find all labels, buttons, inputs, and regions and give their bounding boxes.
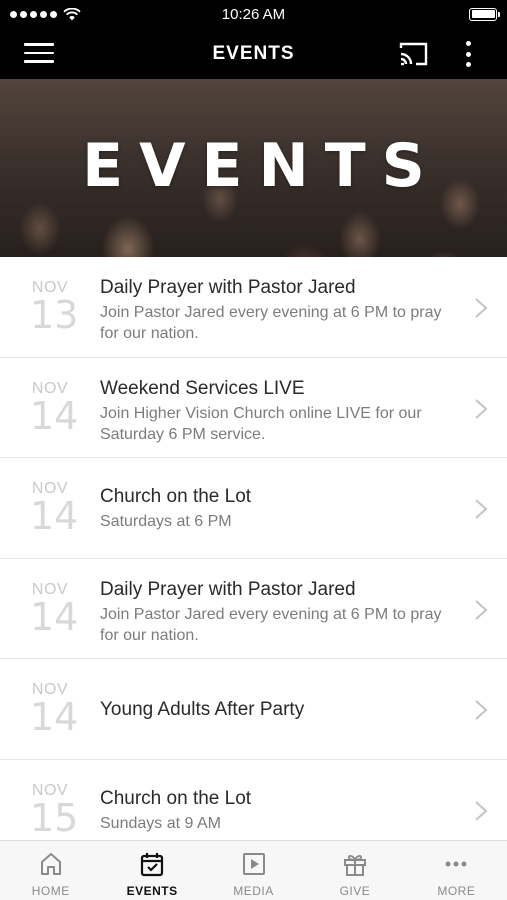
wifi-icon bbox=[63, 7, 81, 20]
signal-strength-icon bbox=[10, 10, 57, 18]
event-title: Daily Prayer with Pastor Jared bbox=[100, 277, 356, 298]
event-title: Church on the Lot bbox=[100, 486, 252, 507]
event-date: NOV 13 bbox=[30, 279, 79, 337]
event-description: Join Pastor Jared every evening at 6 PM … bbox=[100, 304, 442, 342]
event-description: Saturdays at 6 PM bbox=[100, 513, 232, 530]
nav-bar: EVENTS bbox=[0, 28, 507, 79]
event-day: 14 bbox=[30, 494, 79, 538]
event-row[interactable]: NOV 14 Weekend Services LIVE Join Higher… bbox=[0, 357, 507, 458]
event-day: 14 bbox=[30, 594, 79, 639]
tab-home[interactable]: HOME bbox=[0, 841, 101, 900]
tab-give[interactable]: GIVE bbox=[304, 841, 405, 900]
tab-label: HOME bbox=[31, 884, 70, 898]
page-title: EVENTS bbox=[212, 43, 295, 64]
tab-label: MEDIA bbox=[233, 884, 274, 898]
event-date: NOV 14 bbox=[30, 480, 79, 538]
event-date: NOV 14 bbox=[30, 681, 79, 739]
battery-icon bbox=[469, 7, 500, 21]
gift-icon bbox=[343, 855, 366, 876]
status-indicators bbox=[10, 7, 81, 21]
event-description: Join Higher Vision Church online LIVE fo… bbox=[100, 404, 422, 443]
event-text: Daily Prayer with Pastor Jared Join Past… bbox=[100, 578, 449, 646]
event-title: Church on the Lot bbox=[100, 787, 252, 809]
status-bar: 10:26 AM bbox=[0, 0, 507, 28]
tab-bar: HOME EVENTS MEDIA GIVE MORE bbox=[0, 840, 507, 900]
tab-label: MORE bbox=[437, 884, 476, 898]
event-row[interactable]: NOV 14 Daily Prayer with Pastor Jared Jo… bbox=[0, 558, 507, 659]
event-row[interactable]: NOV 14 Young Adults After Party bbox=[0, 659, 507, 760]
home-icon bbox=[40, 853, 61, 875]
event-title: Weekend Services LIVE bbox=[100, 377, 305, 399]
event-date: NOV 14 bbox=[30, 581, 79, 639]
event-text: Church on the Lot Sundays at 9 AM bbox=[100, 787, 449, 834]
event-date: NOV 15 bbox=[30, 782, 79, 840]
tab-label: GIVE bbox=[339, 884, 371, 898]
event-day: 14 bbox=[30, 393, 79, 438]
hero-banner: EVENTS bbox=[0, 79, 507, 257]
media-play-icon bbox=[242, 853, 265, 875]
event-day: 14 bbox=[30, 695, 79, 739]
event-date: NOV 14 bbox=[30, 380, 79, 438]
event-text: Church on the Lot Saturdays at 6 PM bbox=[100, 485, 449, 532]
hamburger-menu-icon[interactable] bbox=[24, 43, 54, 65]
hero-title: EVENTS bbox=[82, 131, 441, 201]
tab-media[interactable]: MEDIA bbox=[203, 841, 304, 900]
event-description: Sundays at 9 AM bbox=[100, 814, 221, 832]
chevron-right-icon bbox=[475, 298, 488, 318]
event-text: Weekend Services LIVE Join Higher Vision… bbox=[100, 377, 449, 445]
event-list: NOV 13 Daily Prayer with Pastor Jared Jo… bbox=[0, 257, 507, 860]
event-text: Daily Prayer with Pastor Jared Join Past… bbox=[100, 276, 449, 344]
event-day: 15 bbox=[30, 795, 79, 840]
event-description: Join Pastor Jared every evening at 6 PM … bbox=[100, 605, 442, 644]
tab-label: EVENTS bbox=[126, 884, 178, 898]
event-title: Daily Prayer with Pastor Jared bbox=[100, 578, 356, 600]
chevron-right-icon bbox=[475, 499, 488, 519]
calendar-icon bbox=[141, 853, 164, 877]
more-dots-icon bbox=[445, 861, 467, 867]
chevron-right-icon bbox=[475, 800, 488, 821]
chevron-right-icon bbox=[475, 599, 488, 620]
event-day: 13 bbox=[30, 293, 79, 337]
event-row[interactable]: NOV 13 Daily Prayer with Pastor Jared Jo… bbox=[0, 257, 507, 358]
event-row[interactable]: NOV 14 Church on the Lot Saturdays at 6 … bbox=[0, 458, 507, 559]
overflow-menu-icon[interactable] bbox=[458, 39, 478, 69]
tab-more[interactable]: MORE bbox=[406, 841, 507, 900]
event-title: Young Adults After Party bbox=[100, 699, 305, 720]
event-text: Young Adults After Party bbox=[100, 698, 449, 722]
chevron-right-icon bbox=[475, 700, 488, 720]
chevron-right-icon bbox=[475, 398, 488, 419]
tab-events[interactable]: EVENTS bbox=[101, 841, 202, 900]
cast-icon[interactable] bbox=[398, 40, 430, 68]
